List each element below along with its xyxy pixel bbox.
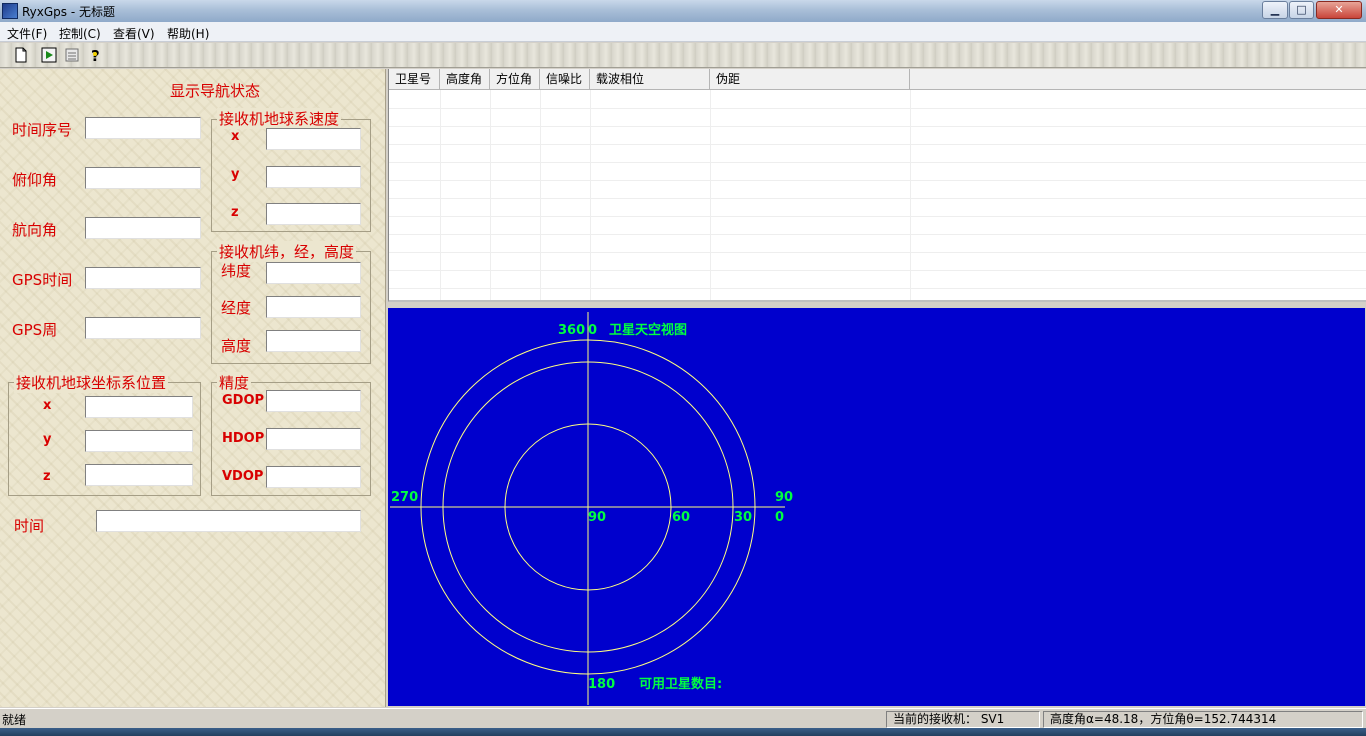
label-0-top: 0: [588, 323, 597, 338]
col-sat-id[interactable]: 卫星号: [389, 69, 440, 90]
table-row: [389, 109, 1366, 127]
close-button[interactable]: ✕: [1316, 1, 1362, 19]
vdop-field[interactable]: [266, 466, 361, 488]
time-label: 时间: [14, 517, 45, 535]
hdop-label: HDOP: [222, 431, 265, 446]
gps-time-field[interactable]: [85, 267, 201, 289]
gdop-label: GDOP: [222, 393, 265, 408]
py-field[interactable]: [85, 430, 193, 452]
menu-help[interactable]: 帮助(H): [167, 25, 209, 42]
alt-label: 高度: [221, 337, 252, 355]
vx-field[interactable]: [266, 128, 361, 150]
col-carrier-phase[interactable]: 载波相位: [590, 69, 710, 90]
table-row: [389, 145, 1366, 163]
label-90-right: 90: [775, 490, 793, 505]
col-azimuth[interactable]: 方位角: [490, 69, 540, 90]
vdop-label: VDOP: [222, 469, 264, 484]
maximize-button[interactable]: □: [1289, 1, 1314, 19]
label-270: 270: [391, 490, 418, 505]
help-icon[interactable]: ?: [87, 46, 105, 65]
px-label: x: [43, 398, 52, 413]
table-row: [389, 91, 1366, 109]
label-60: 60: [672, 510, 690, 525]
status-bar: 就绪 当前的接收机： SV1 高度角α=48.18，方位角θ=152.74431…: [0, 708, 1366, 728]
time-seq-field[interactable]: [85, 117, 201, 139]
minimize-button[interactable]: ▁: [1262, 1, 1288, 19]
available-sats-label: 可用卫星数目:: [639, 676, 722, 692]
lla-group-title: 接收机纬，经，高度: [217, 241, 357, 262]
pz-field[interactable]: [85, 464, 193, 486]
pz-label: z: [43, 469, 51, 484]
status-angles: 高度角α=48.18，方位角θ=152.744314: [1043, 711, 1363, 728]
window-title: RyxGps - 无标题: [22, 5, 116, 19]
time-seq-label: 时间序号: [12, 121, 73, 139]
lat-label: 纬度: [221, 262, 252, 280]
time-field[interactable]: [96, 510, 361, 532]
heading-angle-field[interactable]: [85, 217, 201, 239]
gps-time-label: GPS时间: [12, 271, 73, 289]
col-snr[interactable]: 信噪比: [540, 69, 590, 90]
gps-week-field[interactable]: [85, 317, 201, 339]
table-row: [389, 163, 1366, 181]
col-elevation[interactable]: 高度角: [440, 69, 490, 90]
vz-label: z: [231, 205, 239, 220]
table-row: [389, 181, 1366, 199]
label-90-center: 90: [588, 510, 606, 525]
heading-angle-label: 航向角: [12, 221, 58, 239]
lat-field[interactable]: [266, 262, 361, 284]
table-row: [389, 271, 1366, 289]
satellite-sky-view: 360 0 卫星天空视图 270 90 0 90 60 30 180 可用卫星数…: [388, 308, 1365, 706]
hdop-field[interactable]: [266, 428, 361, 450]
table-row: [389, 217, 1366, 235]
lon-label: 经度: [221, 299, 252, 317]
alt-field[interactable]: [266, 330, 361, 352]
new-icon[interactable]: [12, 46, 30, 64]
velocity-group-title: 接收机地球系速度: [217, 108, 342, 129]
px-field[interactable]: [85, 396, 193, 418]
vy-label: y: [231, 167, 240, 182]
table-row: [389, 235, 1366, 253]
lon-field[interactable]: [266, 296, 361, 318]
label-0-right: 0: [775, 510, 784, 525]
label-30: 30: [734, 510, 752, 525]
title-bar: RyxGps - 无标题 ▁ □ ✕: [0, 0, 1366, 22]
vy-field[interactable]: [266, 166, 361, 188]
menu-file[interactable]: 文件(F): [7, 25, 47, 42]
table-row: [389, 199, 1366, 217]
run-icon[interactable]: [40, 46, 58, 64]
satellite-table[interactable]: 卫星号 高度角 方位角 信噪比 载波相位 伪距: [388, 69, 1366, 302]
pitch-label: 俯仰角: [12, 171, 58, 189]
sky-plot: 360 0 卫星天空视图 270 90 0 90 60 30 180 可用卫星数…: [390, 312, 793, 705]
list-icon[interactable]: [63, 46, 81, 64]
navigation-status-panel: 显示导航状态 时间序号 俯仰角 航向角 GPS时间 GPS周 接收机地球系速度 …: [0, 69, 386, 707]
app-icon: [2, 3, 18, 19]
position-group-title: 接收机地球坐标系位置: [14, 372, 169, 393]
vx-label: x: [231, 129, 240, 144]
table-header: 卫星号 高度角 方位角 信噪比 载波相位 伪距: [389, 69, 1366, 90]
menu-bar: 文件(F) 控制(C) 查看(V) 帮助(H): [0, 22, 1366, 42]
precision-group-title: 精度: [217, 372, 252, 393]
py-label: y: [43, 432, 52, 447]
table-row: [389, 127, 1366, 145]
pitch-field[interactable]: [85, 167, 201, 189]
label-180: 180: [588, 677, 615, 692]
col-pseudorange[interactable]: 伪距: [710, 69, 910, 90]
menu-control[interactable]: 控制(C): [59, 25, 101, 42]
label-360: 360: [558, 323, 585, 338]
panel-heading: 显示导航状态: [170, 82, 261, 100]
toolbar: ?: [0, 43, 1366, 68]
status-receiver: 当前的接收机： SV1: [886, 711, 1040, 728]
menu-view[interactable]: 查看(V): [113, 25, 155, 42]
table-row: [389, 253, 1366, 271]
vz-field[interactable]: [266, 203, 361, 225]
taskbar: [0, 728, 1366, 736]
gps-week-label: GPS周: [12, 321, 58, 339]
sky-title: 卫星天空视图: [609, 322, 687, 338]
gdop-field[interactable]: [266, 390, 361, 412]
